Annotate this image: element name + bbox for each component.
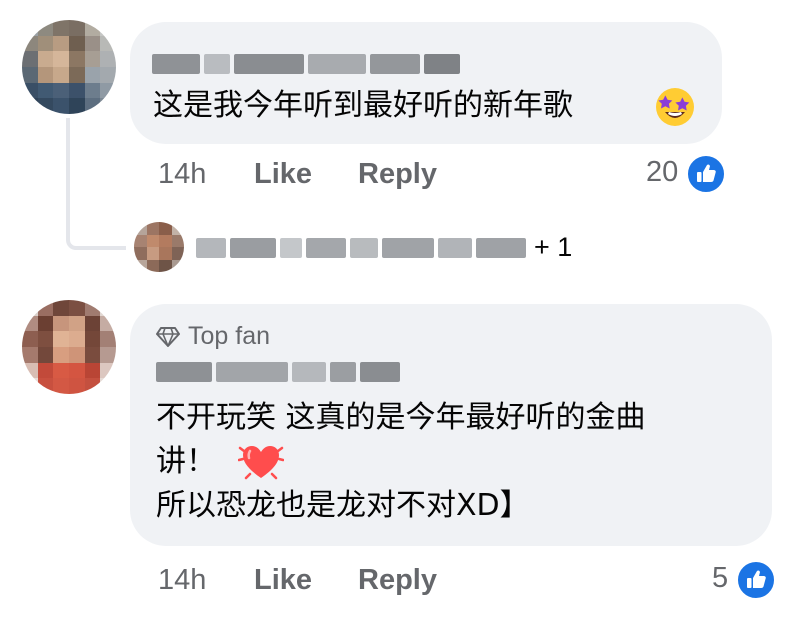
diamond-icon [156, 326, 180, 347]
reply-button[interactable]: Reply [358, 158, 437, 191]
avatar[interactable] [22, 20, 116, 114]
star-struck-emoji [656, 88, 694, 126]
reply-author-blurred[interactable] [196, 236, 526, 260]
thread-connector-line [66, 118, 126, 250]
thumbs-up-reaction-icon[interactable] [736, 560, 776, 600]
comment-thread: 这是我今年听到最好听的新年歌 14h Like Reply 20 + 1 Top… [0, 0, 800, 624]
more-replies-count[interactable]: + 1 [534, 232, 572, 263]
comment-text: 这是我今年听到最好听的新年歌 [153, 88, 573, 123]
reply-button[interactable]: Reply [358, 564, 437, 597]
thumbs-up-reaction-icon[interactable] [686, 154, 726, 194]
comment-timestamp[interactable]: 14h [158, 158, 206, 191]
reply-avatar[interactable] [134, 222, 184, 272]
commenter-name-blurred[interactable] [156, 360, 400, 384]
beating-heart-emoji [238, 446, 284, 480]
top-fan-badge: Top fan [156, 322, 270, 351]
commenter-name-blurred[interactable] [152, 52, 460, 76]
like-button[interactable]: Like [254, 564, 312, 597]
comment-timestamp[interactable]: 14h [158, 564, 206, 597]
avatar[interactable] [22, 300, 116, 394]
like-button[interactable]: Like [254, 158, 312, 191]
comment-text: 不开玩笑 这真的是今年最好听的金曲 讲！ 所以恐龙也是龙对不对XD】 [156, 400, 646, 523]
reaction-count[interactable]: 20 [646, 156, 678, 189]
reaction-count[interactable]: 5 [712, 562, 728, 595]
